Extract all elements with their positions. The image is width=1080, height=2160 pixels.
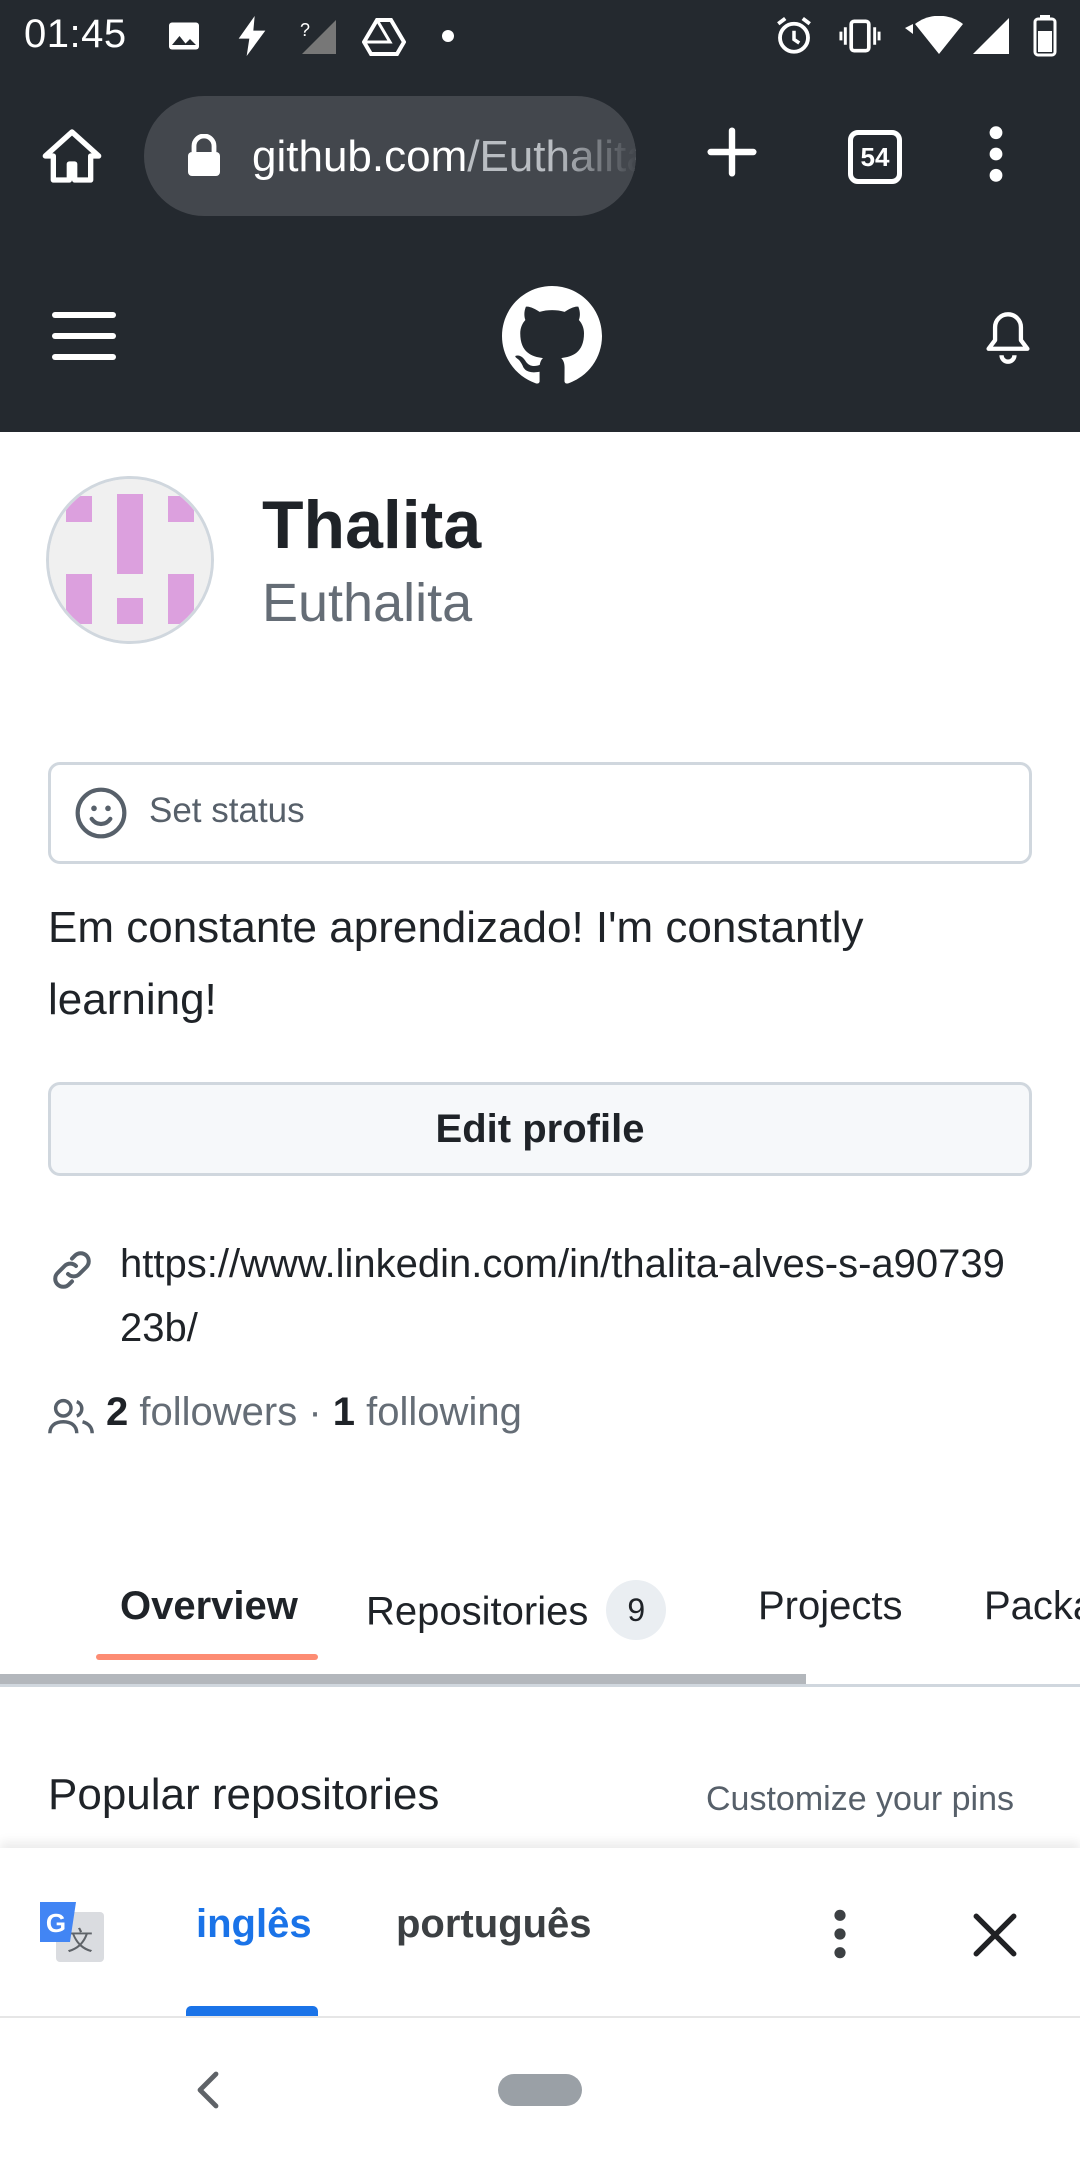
follow-stats: 2 followers · 1 following — [106, 1390, 522, 1434]
following-link[interactable]: 1 following — [333, 1390, 522, 1434]
system-nav-bar — [0, 2018, 1080, 2160]
svg-text:G: G — [46, 1908, 66, 1938]
target-language-tab[interactable]: português — [396, 1902, 592, 1947]
dot-icon — [438, 14, 458, 58]
profile-display-name: Thalita — [262, 487, 482, 563]
drive-icon — [360, 14, 408, 58]
link-icon — [48, 1246, 96, 1294]
tabs-scrollbar[interactable] — [0, 1674, 806, 1684]
avatar[interactable] — [46, 476, 214, 644]
profile-bio: Em constante aprendizado! I'm constantly… — [48, 903, 864, 1024]
signal-icon — [970, 14, 1012, 58]
people-icon — [46, 1394, 96, 1438]
repositories-count-badge: 9 — [606, 1580, 667, 1640]
google-translate-icon: 文 G — [38, 1898, 106, 1966]
smiley-icon — [73, 785, 129, 841]
home-gesture-pill[interactable] — [498, 2074, 582, 2106]
set-status-button[interactable]: Set status — [48, 762, 1032, 864]
tab-overview[interactable]: Overview — [120, 1584, 298, 1629]
battery-icon — [1030, 14, 1060, 58]
active-tab-indicator — [96, 1654, 318, 1660]
svg-text:?: ? — [300, 20, 310, 40]
profile-tabs: Overview Repositories9 Projects Packages — [0, 1540, 1080, 1686]
more-vert-icon[interactable] — [976, 122, 1016, 186]
customize-pins-link[interactable]: Customize your pins — [706, 1780, 1014, 1819]
tab-packages[interactable]: Packages — [984, 1584, 1080, 1629]
new-tab-icon[interactable] — [700, 120, 764, 184]
alarm-icon — [770, 14, 818, 58]
status-bar: 01:45 ? — [0, 0, 1080, 72]
lock-icon — [186, 133, 224, 178]
vibrate-icon — [836, 14, 884, 58]
edit-profile-button[interactable]: Edit profile — [48, 1082, 1032, 1176]
tab-projects[interactable]: Projects — [758, 1584, 903, 1629]
translate-bar: 文 G inglês português — [0, 1848, 1080, 2018]
wifi-icon — [902, 14, 966, 58]
source-language-tab[interactable]: inglês — [196, 1902, 312, 1947]
home-icon[interactable] — [40, 124, 104, 188]
language-tab-indicator — [186, 2006, 318, 2016]
browser-toolbar: github.com/Euthalita 54 — [0, 72, 1080, 244]
tab-repositories[interactable]: Repositories 9 — [366, 1580, 667, 1644]
github-logo-icon[interactable] — [502, 286, 602, 386]
popular-repositories-heading: Popular repositories — [48, 1770, 440, 1819]
followers-link[interactable]: 2 followers — [106, 1390, 297, 1434]
tabs-divider — [0, 1684, 1080, 1687]
profile-website-link[interactable]: https://www.linkedin.com/in/thalita-alve… — [120, 1232, 1020, 1360]
more-vert-icon[interactable] — [822, 1906, 858, 1962]
hamburger-menu-icon[interactable] — [52, 308, 116, 364]
address-bar[interactable]: github.com/Euthalita — [144, 96, 636, 216]
bell-icon[interactable] — [982, 310, 1034, 366]
github-header — [0, 244, 1080, 432]
back-icon[interactable] — [190, 2068, 226, 2112]
close-icon[interactable] — [970, 1910, 1020, 1960]
profile-username: Euthalita — [262, 573, 473, 633]
clock: 01:45 — [24, 12, 127, 56]
bolt-icon — [232, 14, 272, 58]
tab-switcher-button[interactable]: 54 — [848, 130, 902, 184]
set-status-label: Set status — [149, 791, 305, 830]
no-signal-icon: ? — [298, 14, 338, 58]
gallery-icon — [164, 14, 204, 58]
